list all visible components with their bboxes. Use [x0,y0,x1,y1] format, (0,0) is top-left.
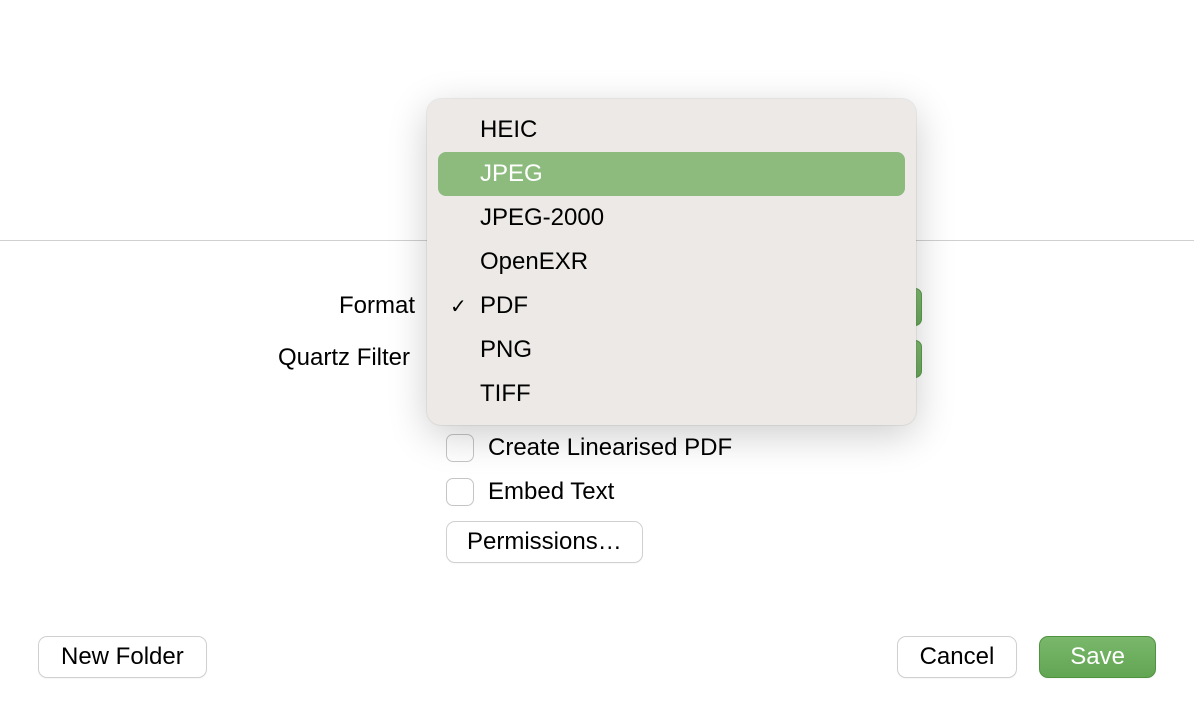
embed-text-label: Embed Text [488,478,614,506]
save-button-label: Save [1070,643,1125,671]
format-option-heic[interactable]: HEIC [438,108,905,152]
format-option-label: PNG [480,336,532,364]
format-option-tiff[interactable]: TIFF [438,372,905,416]
format-option-jpeg[interactable]: JPEG [438,152,905,196]
format-option-label: JPEG-2000 [480,204,604,232]
format-option-label: PDF [480,292,528,320]
save-button[interactable]: Save [1039,636,1156,678]
create-linearised-pdf-row: Create Linearised PDF [446,434,732,462]
format-option-png[interactable]: PNG [438,328,905,372]
format-option-label: TIFF [480,380,531,408]
format-option-label: OpenEXR [480,248,588,276]
format-option-pdf[interactable]: ✓ PDF [438,284,905,328]
create-linearised-pdf-checkbox[interactable] [446,434,474,462]
permissions-button-label: Permissions… [467,528,622,556]
create-linearised-pdf-label: Create Linearised PDF [488,434,732,462]
format-option-label: JPEG [480,160,543,188]
checkmark-icon: ✓ [450,294,467,319]
format-label: Format [339,292,415,320]
format-dropdown-menu[interactable]: HEIC JPEG JPEG-2000 OpenEXR ✓ PDF PNG TIFF [427,99,916,425]
cancel-button[interactable]: Cancel [897,636,1018,678]
format-option-openexr[interactable]: OpenEXR [438,240,905,284]
permissions-button[interactable]: Permissions… [446,521,643,563]
embed-text-checkbox[interactable] [446,478,474,506]
format-option-jpeg-2000[interactable]: JPEG-2000 [438,196,905,240]
format-option-label: HEIC [480,116,537,144]
new-folder-button[interactable]: New Folder [38,636,207,678]
cancel-button-label: Cancel [920,643,995,671]
dialog-footer: New Folder Cancel Save [0,600,1194,714]
new-folder-button-label: New Folder [61,643,184,671]
embed-text-row: Embed Text [446,478,614,506]
quartz-filter-label: Quartz Filter [278,344,410,372]
